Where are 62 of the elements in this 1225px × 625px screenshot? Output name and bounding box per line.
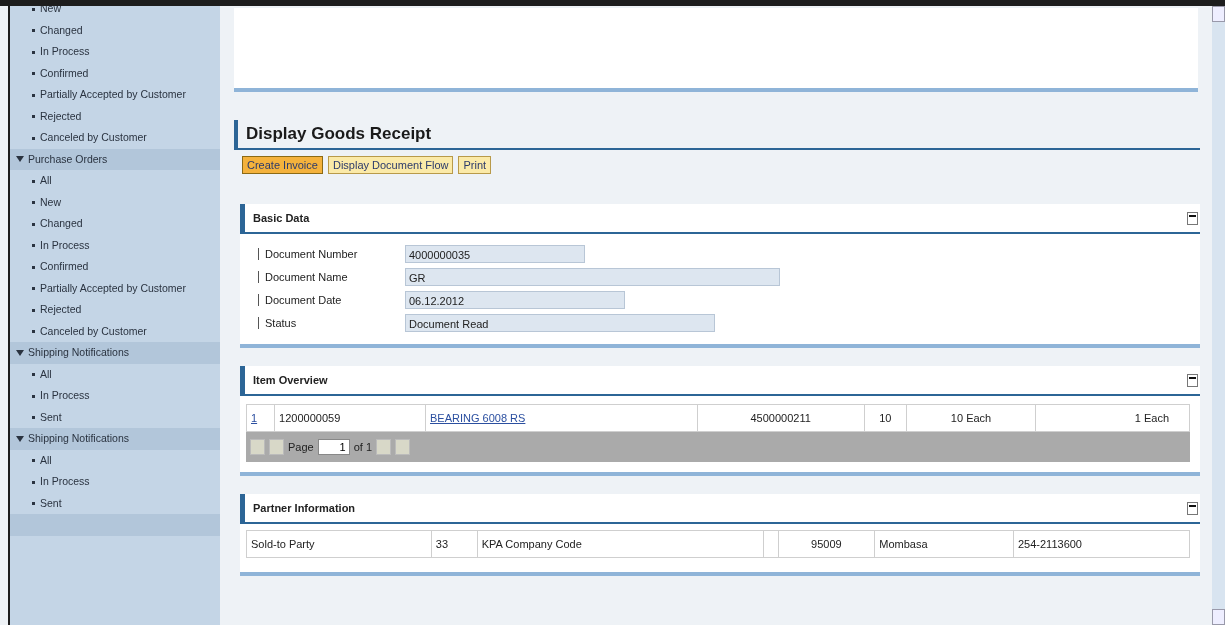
table-cell: Mombasa xyxy=(874,530,1014,558)
sidebar-item[interactable]: All xyxy=(10,363,220,385)
sidebar-item[interactable]: Canceled by Customer xyxy=(10,320,220,342)
collapse-icon[interactable] xyxy=(1187,373,1198,387)
toolbar-button[interactable]: Create Invoice xyxy=(242,156,323,174)
table-cell: 33 xyxy=(431,530,478,558)
sidebar-item[interactable]: In Process xyxy=(10,471,220,493)
table-cell: 10 Each xyxy=(906,404,1036,432)
sidebar-item[interactable]: All xyxy=(10,449,220,471)
sidebar-item[interactable]: In Process xyxy=(10,234,220,256)
sidebar-group-header[interactable]: Purchase Orders xyxy=(10,148,220,170)
toolbar-button[interactable]: Print xyxy=(458,156,492,174)
first-page-icon[interactable] xyxy=(250,439,265,455)
table-cell: 95009 xyxy=(778,530,875,558)
sidebar-item[interactable]: Changed xyxy=(10,213,220,235)
section-title: Item Overview xyxy=(253,374,328,386)
table-cell: Sold-to Party xyxy=(246,530,432,558)
sidebar-item[interactable]: New xyxy=(10,191,220,213)
sidebar-item[interactable]: In Process xyxy=(10,385,220,407)
toolbar-button[interactable]: Display Document Flow xyxy=(327,156,454,174)
table-cell: 1 Each xyxy=(1035,404,1190,432)
previous-page-icon[interactable] xyxy=(269,439,284,455)
readonly-field[interactable]: 4000000035 xyxy=(405,244,585,263)
table-cell: 4500000211 xyxy=(697,404,865,432)
readonly-field[interactable]: 06.12.2012 xyxy=(405,290,625,309)
expand-triangle-icon[interactable] xyxy=(16,435,24,442)
sidebar-item[interactable]: Partially Accepted by Customer xyxy=(10,277,220,299)
table-link[interactable]: BEARING 6008 RS xyxy=(430,412,526,424)
collapse-icon[interactable] xyxy=(1187,501,1198,515)
page-count: of 1 xyxy=(353,441,373,453)
sidebar-group-header[interactable]: Shipping Notifications xyxy=(10,428,220,450)
sidebar-item[interactable]: In Process xyxy=(10,41,220,63)
sidebar-item[interactable]: Changed xyxy=(10,19,220,41)
readonly-field[interactable]: GR xyxy=(405,267,780,286)
pager-label: Page xyxy=(288,441,314,453)
scroll-up-icon[interactable] xyxy=(1212,6,1225,22)
section-title: Basic Data xyxy=(253,212,310,224)
page-title: Display Goods Receipt xyxy=(234,120,1200,150)
sidebar-item[interactable]: Rejected xyxy=(10,105,220,127)
sidebar-item[interactable]: Partially Accepted by Customer xyxy=(10,84,220,106)
sidebar-item[interactable]: All xyxy=(10,170,220,192)
expand-triangle-icon[interactable] xyxy=(16,156,24,163)
table-cell: 254-2113600 xyxy=(1013,530,1190,558)
sidebar-item[interactable]: Confirmed xyxy=(10,62,220,84)
last-page-icon[interactable] xyxy=(395,439,411,455)
section-title: Partner Information xyxy=(253,502,356,514)
table-cell: 1200000059 xyxy=(274,404,426,432)
sidebar-item[interactable]: Sent xyxy=(10,492,220,514)
table-cell: KPA Company Code xyxy=(477,530,764,558)
sidebar-item[interactable]: Rejected xyxy=(10,299,220,321)
scroll-down-icon[interactable] xyxy=(1212,609,1225,625)
page-input[interactable]: 1 xyxy=(317,439,350,455)
sidebar-group-header[interactable]: Shipping Notifications xyxy=(10,342,220,364)
table-link[interactable]: 1 xyxy=(251,412,258,424)
sidebar-item[interactable]: Sent xyxy=(10,406,220,428)
readonly-field[interactable]: Document Read xyxy=(405,313,715,332)
sidebar-item[interactable]: Canceled by Customer xyxy=(10,127,220,149)
table-cell: 10 xyxy=(864,404,907,432)
expand-triangle-icon[interactable] xyxy=(16,349,24,356)
collapse-icon[interactable] xyxy=(1187,211,1198,225)
sidebar-item[interactable]: Confirmed xyxy=(10,256,220,278)
next-page-icon[interactable] xyxy=(376,439,392,455)
